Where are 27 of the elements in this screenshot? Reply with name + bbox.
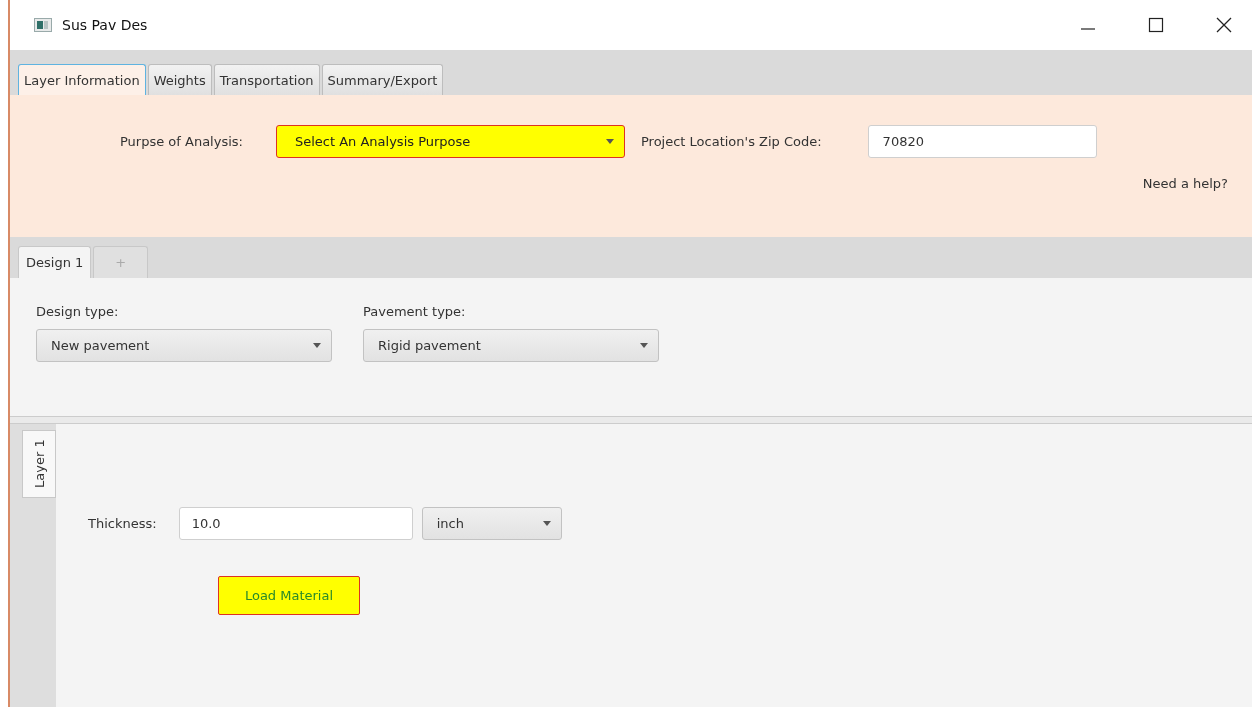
tab[interactable]: Layer 1 [22,430,56,498]
tab[interactable]: Transportation [213,64,320,95]
window-title: Sus Pav Des [62,17,148,33]
unit-dropdown[interactable]: inch [421,507,562,540]
maximize-icon[interactable] [1148,17,1164,33]
tab[interactable]: Layer Information [18,64,146,95]
field-label: Purpse of Analysis: [120,134,243,149]
caret-icon [313,343,321,348]
caret-icon [542,521,551,526]
close-icon[interactable] [1216,17,1232,33]
input-field[interactable]: 10.0 [178,507,413,540]
field-label: Pavement type: [363,304,467,319]
design-type-dropdown[interactable]: New pavement [36,329,332,362]
tab[interactable]: Weights [147,64,212,95]
tab[interactable]: Design 1 [18,246,92,278]
field-label: Design type: [36,304,120,319]
pavement-type-dropdown[interactable]: Rigid pavement [363,329,659,362]
field-label: Thickness: [88,516,157,531]
input-field[interactable]: 70820 [867,125,1097,158]
field-label: Project Location's Zip Code: [640,134,822,149]
app-icon [34,18,52,32]
purpose-dropdown[interactable]: Select An Analysis Purpose [275,125,625,158]
tab[interactable]: Summary/Export [321,64,444,95]
help-link[interactable]: Need a help? [1142,176,1228,191]
caret-icon [640,343,648,348]
caret-icon [605,139,614,144]
load-material-button[interactable]: Load Material [218,576,360,615]
